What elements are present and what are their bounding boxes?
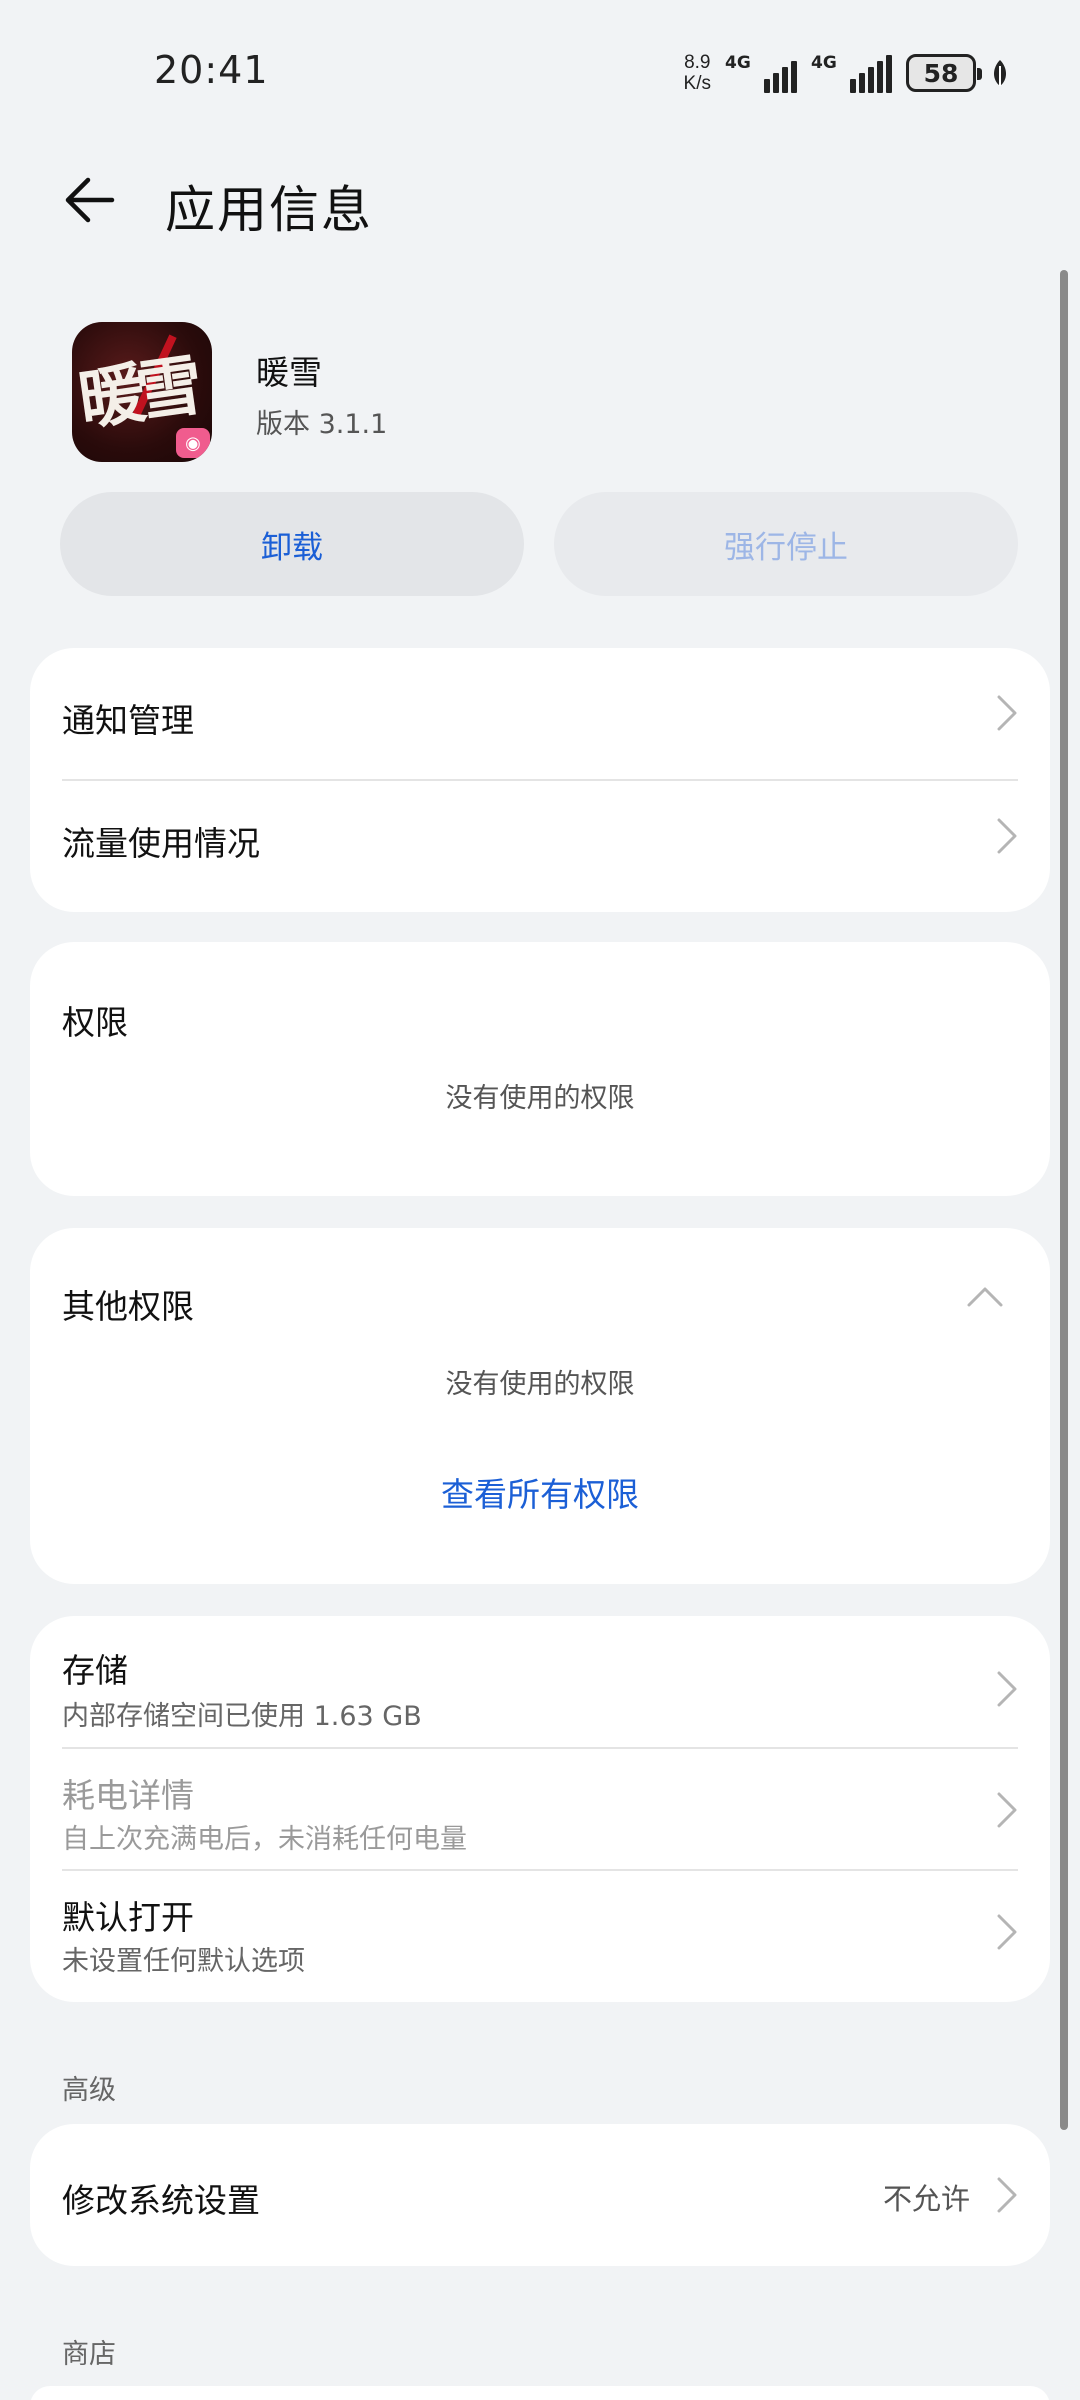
other-permissions-header[interactable]: 其他权限 [62, 1228, 1018, 1338]
details-card: 存储 内部存储空间已使用 1.63 GB 耗电详情 自上次充满电后，未消耗任何电… [30, 1616, 1050, 2002]
notification-management-row[interactable]: 通知管理 [62, 648, 1018, 778]
storage-subtitle: 内部存储空间已使用 1.63 GB [62, 1701, 422, 1732]
network-speed-unit: K/s [683, 73, 711, 94]
permissions-title: 权限 [62, 1003, 128, 1042]
advanced-section-label: 高级 [62, 2075, 116, 2106]
chevron-right-icon [997, 695, 1017, 731]
storage-title: 存储 [62, 1651, 128, 1690]
status-icons: 8.9 K/s 4G 4G 58 [684, 48, 1010, 98]
permissions-card[interactable]: 权限 没有使用的权限 [30, 942, 1050, 1196]
chevron-right-icon [997, 1792, 1017, 1828]
default-open-title: 默认打开 [62, 1898, 194, 1937]
chevron-right-icon [997, 1914, 1017, 1950]
modify-system-settings-row[interactable]: 修改系统设置 不允许 [62, 2124, 1018, 2266]
chevron-right-icon [997, 818, 1017, 854]
view-all-permissions-link[interactable]: 查看所有权限 [30, 1468, 1050, 1516]
other-permissions-empty-text: 没有使用的权限 [445, 1369, 635, 1400]
chevron-right-icon [997, 1671, 1017, 1707]
app-bar: 应用信息 [0, 150, 1080, 250]
chevron-up-icon [967, 1287, 1003, 1307]
general-settings-card: 通知管理 流量使用情况 [30, 648, 1050, 912]
battery-icon: 58 [906, 54, 982, 92]
status-time: 20:41 [154, 48, 269, 92]
app-name: 暖雪 [256, 353, 322, 392]
store-card [30, 2386, 1050, 2400]
permissions-row: 权限 [62, 942, 1018, 1196]
uninstall-button[interactable]: 卸载 [60, 492, 524, 596]
signal-icon-sim1: 4G [725, 53, 797, 93]
app-icon-logo-text: 暖雪 [73, 346, 200, 440]
signal-icon-sim2: 4G [811, 53, 892, 93]
leaf-icon [994, 60, 1006, 86]
store-section-label: 商店 [62, 2339, 116, 2370]
power-usage-title: 耗电详情 [62, 1776, 194, 1815]
app-icon: 暖雪 ◉ [72, 322, 212, 462]
default-open-subtitle: 未设置任何默认选项 [62, 1946, 305, 1977]
modify-system-settings-title: 修改系统设置 [62, 2181, 260, 2220]
back-arrow-icon[interactable] [60, 172, 120, 228]
app-summary: 暖雪 ◉ 暖雪 版本 3.1.1 [72, 322, 387, 462]
data-usage-label: 流量使用情况 [62, 824, 260, 863]
status-bar: 20:41 8.9 K/s 4G 4G 58 [0, 0, 1080, 130]
notification-management-label: 通知管理 [62, 701, 194, 740]
other-permissions-title: 其他权限 [62, 1287, 194, 1326]
network-speed: 8.9 K/s [684, 52, 711, 94]
power-usage-subtitle: 自上次充满电后，未消耗任何电量 [62, 1824, 467, 1855]
data-usage-row[interactable]: 流量使用情况 [62, 781, 1018, 911]
modify-system-settings-value: 不允许 [882, 2182, 970, 2216]
chevron-right-icon [997, 2177, 1017, 2213]
scrollbar[interactable] [1060, 270, 1068, 2130]
page-title: 应用信息 [165, 181, 373, 239]
other-permissions-card: 其他权限 没有使用的权限 查看所有权限 [30, 1228, 1050, 1584]
default-open-row[interactable]: 默认打开 未设置任何默认选项 [62, 1871, 1018, 2001]
sim2-network-type: 4G [811, 53, 837, 73]
battery-level: 58 [923, 58, 959, 88]
scrollbar-thumb[interactable] [1060, 270, 1068, 2130]
advanced-card: 修改系统设置 不允许 [30, 2124, 1050, 2266]
app-version: 版本 3.1.1 [256, 409, 388, 440]
network-speed-value: 8.9 [684, 52, 711, 73]
force-stop-button[interactable]: 强行停止 [554, 492, 1018, 596]
permissions-empty-text: 没有使用的权限 [445, 1083, 635, 1114]
sim1-network-type: 4G [725, 53, 751, 73]
storage-row[interactable]: 存储 内部存储空间已使用 1.63 GB [62, 1616, 1018, 1740]
power-usage-row[interactable]: 耗电详情 自上次充满电后，未消耗任何电量 [62, 1749, 1018, 1867]
bilibili-badge-icon: ◉ [176, 428, 210, 458]
